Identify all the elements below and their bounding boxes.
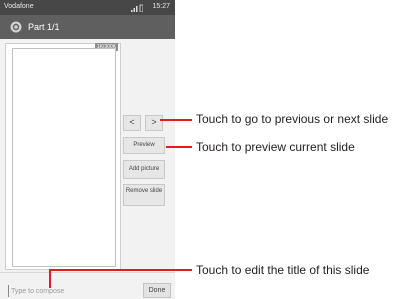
phone-screen: Vodafone 15:27 Part 1/1 1K/300K < > Prev… — [0, 0, 175, 299]
app-bar: Part 1/1 — [0, 15, 175, 39]
app-icon[interactable] — [10, 21, 22, 33]
preview-button[interactable]: Preview — [123, 137, 165, 154]
battery-icon — [139, 4, 143, 12]
slide-canvas[interactable] — [12, 48, 116, 267]
remove-slide-button[interactable]: Remove slide — [123, 184, 165, 206]
previous-slide-button[interactable]: < — [123, 115, 141, 131]
page-title: Part 1/1 — [28, 22, 60, 32]
compose-input[interactable] — [8, 285, 136, 297]
signal-icon — [131, 4, 143, 12]
status-bar: Vodafone 15:27 — [0, 0, 175, 15]
callout-title-text: Touch to edit the title of this slide — [196, 263, 370, 277]
slide-panel: 1K/300K — [5, 43, 121, 270]
next-slide-button[interactable]: > — [145, 115, 163, 131]
callout-prev-next-text: Touch to go to previous or next slide — [196, 112, 389, 126]
add-picture-button[interactable]: Add picture — [123, 160, 165, 179]
clock: 15:27 — [152, 3, 170, 10]
carrier-name: Vodafone — [4, 3, 34, 10]
callout-preview-text: Touch to preview current slide — [196, 140, 355, 154]
done-button[interactable]: Done — [143, 283, 171, 298]
